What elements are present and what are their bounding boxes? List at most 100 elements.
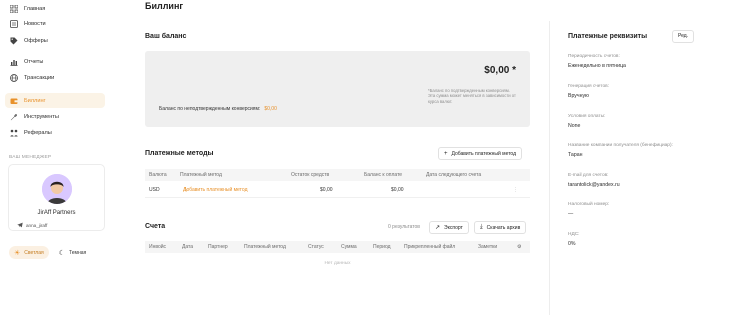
field-label: Генерация счетов:	[568, 84, 609, 89]
main-content: Биллинг Ваш баланс $0,00 * *Баланс по по…	[145, 0, 530, 315]
invoices-table-header: Инвойс Дата Партнер Платежный метод Стат…	[145, 241, 530, 253]
add-method-link-label: Добавить платежный метод	[183, 187, 248, 193]
field-value: Еженедельно в пятница	[568, 63, 626, 69]
moon-icon: ☾	[58, 249, 65, 257]
remaining-cell: $0,00	[320, 187, 333, 193]
field-label: Название компании получателя (бенефициар…	[568, 143, 673, 148]
sidebar-item-label: Биллинг	[24, 97, 46, 104]
field-value: tarantolick@yandex.ru	[568, 182, 620, 188]
pending-balance-label: Баланс по неподтвержденным конверсиям:	[159, 106, 261, 112]
column-header: Платежный метод	[180, 172, 222, 178]
sidebar-item-billing[interactable]: Биллинг	[5, 93, 105, 108]
theme-dark-label: Темная	[68, 249, 87, 256]
sidebar-item-label: Инструменты	[24, 113, 59, 120]
payment-methods-heading: Платежные методы	[145, 150, 214, 157]
wrench-icon	[9, 112, 18, 121]
page-title: Биллинг	[145, 1, 184, 11]
column-header: Остаток средств	[291, 172, 330, 178]
field-label: E-mail для счетов:	[568, 173, 609, 178]
column-header: Сумма	[341, 244, 357, 250]
sidebar-item-home[interactable]: Главная	[5, 1, 105, 16]
balance-amount: $0,00 *	[484, 65, 516, 76]
sidebar: Главная Новости Офферы Отчеты Трансакции…	[0, 0, 112, 315]
column-header: Прикрепленный файл	[404, 244, 456, 250]
column-header: Дата	[182, 244, 194, 250]
balance-card: $0,00 * *Баланс по подтвержденным конвер…	[145, 51, 530, 127]
export-label: Экспорт	[444, 224, 463, 231]
sidebar-item-label: Офферы	[24, 37, 48, 44]
currency-cell: USD	[149, 187, 160, 193]
sidebar-item-referrals[interactable]: Рефералы	[5, 125, 105, 140]
field-value: 0%	[568, 241, 576, 247]
sidebar-item-reports[interactable]: Отчеты	[5, 54, 105, 69]
theme-light-label: Светлая	[24, 249, 44, 256]
column-header: Баланс к оплате	[364, 172, 403, 178]
field-value: None	[568, 123, 581, 129]
export-icon: ↗	[435, 225, 441, 231]
column-header: Платежный метод	[244, 244, 286, 250]
sidebar-item-label: Главная	[24, 5, 46, 12]
field-label: НДС:	[568, 232, 580, 237]
add-payment-method-label: Добавить платежный метод	[451, 150, 517, 157]
column-header: Дата следующего счета	[426, 172, 482, 178]
sidebar-item-label: Отчеты	[24, 58, 44, 65]
balance-heading: Ваш баланс	[145, 33, 187, 40]
field-value: Вручную	[568, 93, 589, 99]
manager-telegram-handle: anna_jiraff	[26, 222, 48, 228]
theme-dark-button[interactable]: ☾ Темная	[54, 246, 92, 259]
sidebar-item-tools[interactable]: Инструменты	[5, 109, 105, 124]
chart-icon	[9, 57, 18, 66]
balance-note: *Баланс по подтвержденным конверсиям. Эт…	[428, 88, 516, 104]
edit-button[interactable]: Ред.	[672, 30, 695, 43]
payment-methods-table-header: Валюта Платежный метод Остаток средств Б…	[145, 169, 530, 181]
manager-card: JirAff Partners anna_jiraff	[8, 164, 105, 231]
column-header: Статус	[308, 244, 324, 250]
sidebar-item-transactions[interactable]: Трансакции	[5, 70, 105, 85]
field-label: Налоговый номер:	[568, 202, 610, 207]
invoices-heading: Счета	[145, 223, 166, 230]
globe-icon	[9, 73, 18, 82]
gear-icon[interactable]: ⚙	[517, 241, 521, 253]
news-icon	[9, 19, 18, 28]
sidebar-item-offers[interactable]: Офферы	[5, 33, 105, 48]
plus-icon: +	[444, 150, 448, 157]
download-archive-label: Скачать архив	[486, 224, 521, 231]
field-label: Условия оплаты:	[568, 114, 606, 119]
column-header: Инвойс	[149, 244, 167, 250]
wallet-icon	[9, 96, 18, 105]
tag-icon	[9, 36, 18, 45]
download-icon: ⤓	[480, 224, 483, 230]
pending-balance-value: $0,00	[264, 106, 277, 112]
column-header: Период	[373, 244, 391, 250]
column-header: Валюта	[149, 172, 167, 178]
sidebar-item-news[interactable]: Новости	[5, 16, 105, 31]
due-cell: $0,00	[391, 187, 404, 193]
sun-icon: ☀	[14, 249, 21, 257]
sidebar-item-label: Рефералы	[24, 129, 52, 136]
field-value: Таран	[568, 152, 583, 158]
table-row: USD ⚠ Добавить платежный метод $0,00 $0,0…	[145, 182, 530, 198]
payment-details-title: Платежные реквизиты	[568, 33, 648, 40]
manager-name: JirAff Partners	[37, 210, 76, 216]
download-archive-button[interactable]: ⤓ Скачать архив	[474, 221, 527, 234]
payment-details-panel: Платежные реквизиты Ред. Периодичность с…	[549, 21, 730, 315]
add-payment-method-button[interactable]: + Добавить платежный метод	[438, 147, 523, 160]
grid-icon	[9, 4, 18, 13]
referral-icon	[9, 128, 18, 137]
manager-telegram[interactable]: anna_jiraff	[17, 222, 47, 228]
avatar	[42, 174, 72, 204]
telegram-icon	[17, 222, 23, 228]
invoices-empty-state: Нет данных	[324, 261, 351, 266]
column-header: Партнер	[208, 244, 228, 250]
row-menu-icon[interactable]: ⋮	[513, 182, 518, 198]
sidebar-item-label: Трансакции	[24, 74, 55, 81]
field-label: Периодичность счетов:	[568, 54, 620, 59]
export-button[interactable]: ↗ Экспорт	[429, 221, 469, 234]
theme-light-button[interactable]: ☀ Светлая	[9, 246, 49, 259]
invoices-results-count: 0 результатов	[388, 224, 420, 230]
theme-switcher: ☀ Светлая ☾ Темная	[9, 246, 96, 259]
pending-balance: Баланс по неподтвержденным конверсиям: $0…	[159, 106, 277, 112]
field-value: —	[568, 211, 574, 217]
column-header: Заметки	[478, 244, 498, 250]
manager-section-label: ВАШ МЕНЕДЖЕР	[9, 155, 52, 160]
